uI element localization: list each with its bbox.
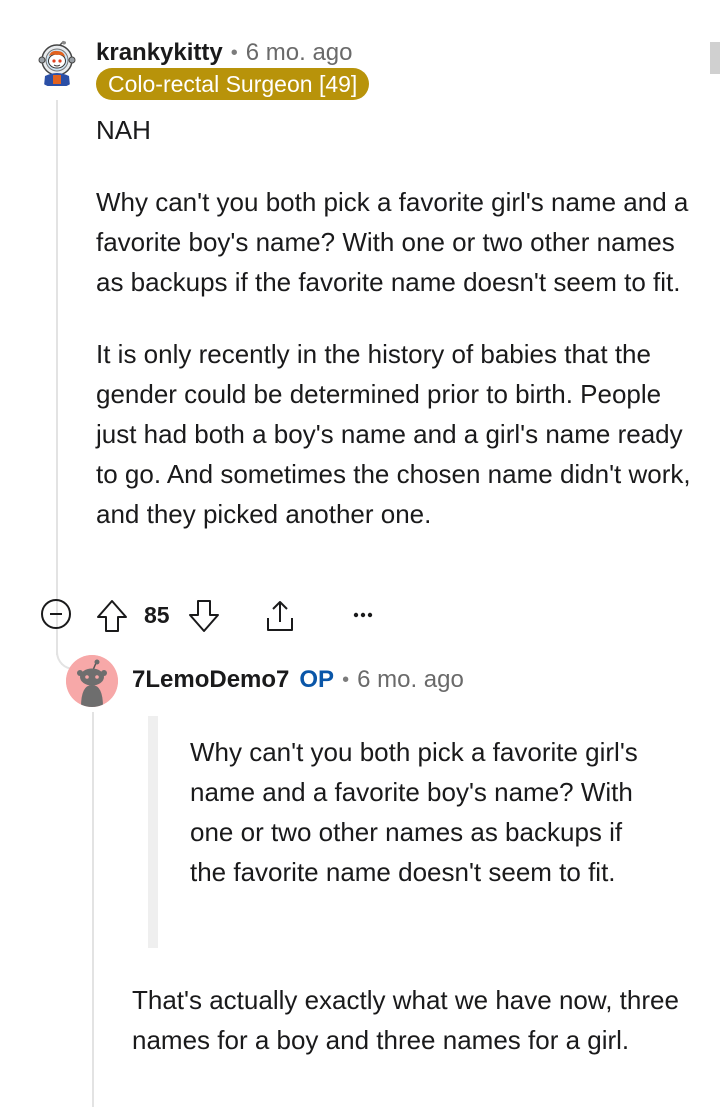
thread-line[interactable] [56,100,58,655]
avatar[interactable] [33,40,81,88]
reply-body: That's actually exactly what we have now… [132,985,679,1055]
collapse-minus-icon [41,599,71,629]
vote-score: 85 [144,602,170,628]
snoo-astronaut-icon [34,40,80,87]
username[interactable]: krankykitty [96,39,223,67]
separator-dot: • [342,668,350,691]
separator-dot: • [230,41,238,64]
blockquote-bar [148,716,158,948]
reply-thread-line[interactable] [92,712,94,1107]
comment-paragraph: It is only recently in the history of ba… [96,339,691,529]
comment-header: krankykitty • 6 mo. ago [96,36,353,70]
scrollbar[interactable] [710,42,720,74]
share-button[interactable] [262,598,298,634]
comment-actions: 85 [40,596,380,636]
more-dots-icon [353,612,373,618]
share-icon [267,601,293,631]
upvote-button[interactable] [96,598,128,634]
downvote-arrow-icon [189,600,219,632]
comment-paragraph: NAH [96,115,151,145]
op-badge: OP [299,666,335,693]
reply-avatar[interactable] [66,655,118,707]
collapse-button[interactable] [40,598,72,630]
timestamp: 6 mo. ago [245,39,353,66]
snoo-default-icon [66,655,118,707]
comment-paragraph: Why can't you both pick a favorite girl'… [96,187,689,297]
comment-body: NAH Why can't you both pick a favorite g… [96,110,696,566]
more-options-button[interactable] [346,600,380,630]
reply-timestamp: 6 mo. ago [357,666,464,693]
user-flair: Colo-rectal Surgeon [49] [96,68,370,100]
upvote-arrow-icon [97,600,127,632]
downvote-button[interactable] [188,598,220,634]
reply-username[interactable]: 7LemoDemo7 [132,666,289,694]
blockquote-text: Why can't you both pick a favorite girl'… [190,737,638,887]
reply-header: 7LemoDemo7 OP • 6 mo. ago [132,662,464,698]
